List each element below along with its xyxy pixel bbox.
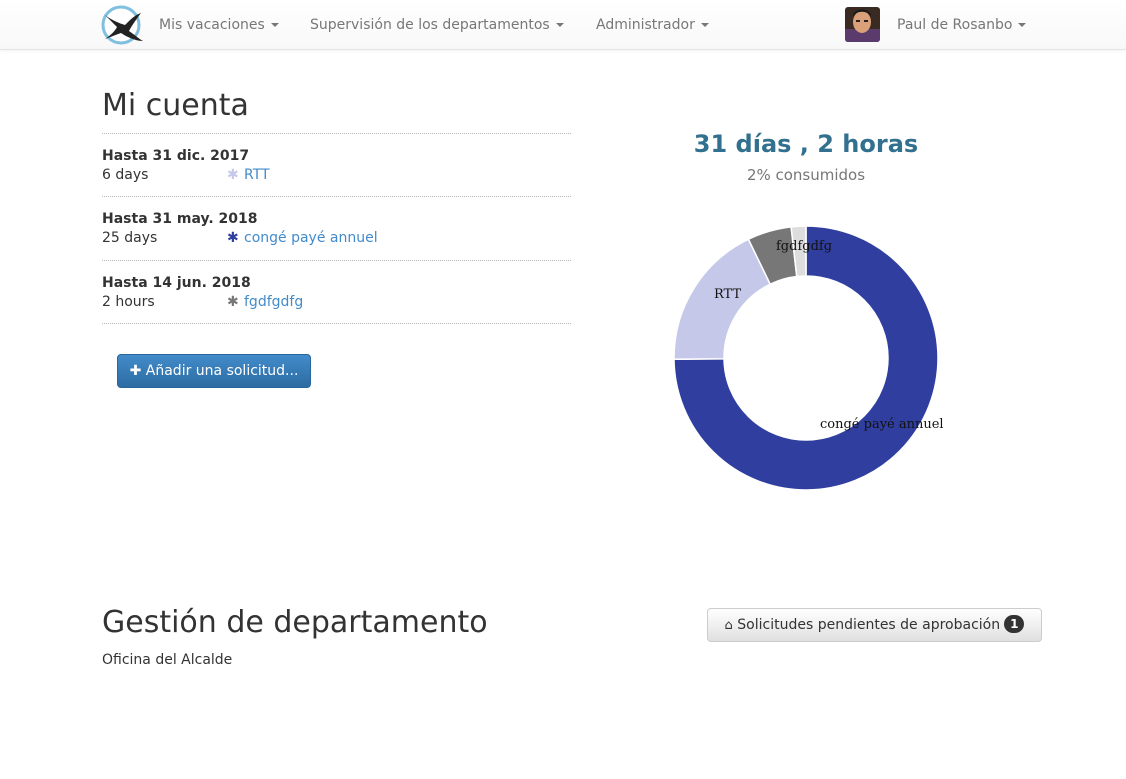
entry-amount: 6 days xyxy=(102,167,149,183)
asterisk-icon: ✱ xyxy=(227,294,239,310)
entry-until: Hasta 31 may. 2018 xyxy=(102,211,258,227)
asterisk-icon: ✱ xyxy=(227,230,239,246)
entry-type-link[interactable]: ✱ RTT xyxy=(227,167,270,183)
department-title: Gestión de departamento xyxy=(102,605,488,640)
caret-down-icon xyxy=(700,23,709,27)
balance-entry: Hasta 31 dic. 2017 6 days ✱ RTT xyxy=(102,133,571,196)
asterisk-icon: ✱ xyxy=(227,167,239,183)
add-request-label: Añadir una solicitud... xyxy=(145,363,299,379)
nav-mis-vacaciones-dropdown[interactable]: Mis vacaciones xyxy=(159,0,279,50)
department-name: Oficina del Alcalde xyxy=(102,652,233,668)
pending-count-badge: 1 xyxy=(1004,615,1025,633)
entry-until: Hasta 31 dic. 2017 xyxy=(102,148,250,164)
consumed-percent: 2% consumidos xyxy=(746,166,866,184)
inbox-icon: ⌂ xyxy=(724,618,733,633)
user-menu-dropdown[interactable]: Paul de Rosanbo xyxy=(897,0,1027,50)
navbar: Mis vacaciones Supervisión de los depart… xyxy=(0,0,1126,50)
caret-down-icon xyxy=(270,23,279,27)
donut-slice-label: congé payé annuel xyxy=(820,417,944,432)
donut-slice-label: RTT xyxy=(714,287,741,302)
nav-label: Supervisión de los departamentos xyxy=(310,17,550,33)
swallow-logo-icon[interactable] xyxy=(101,5,143,45)
add-request-button[interactable]: ✚ Añadir una solicitud... xyxy=(117,354,311,388)
nav-administrador-dropdown[interactable]: Administrador xyxy=(596,0,709,50)
plus-icon: ✚ xyxy=(129,363,142,379)
balance-donut-chart: congé payé annuel RTT fgdfgdfg xyxy=(673,225,944,491)
entry-type-label: congé payé annuel xyxy=(244,230,378,246)
caret-down-icon xyxy=(555,23,564,27)
nav-label: Administrador xyxy=(596,17,695,33)
balance-entry: Hasta 14 jun. 2018 2 hours ✱ fgdfgdfg xyxy=(102,260,571,323)
nav-label: Mis vacaciones xyxy=(159,17,265,33)
entry-type-label: fgdfgdfg xyxy=(244,294,304,310)
entry-type-label: RTT xyxy=(244,167,270,183)
balance-entry: Hasta 31 may. 2018 25 days ✱ congé payé a… xyxy=(102,196,571,260)
entry-type-link[interactable]: ✱ fgdfgdfg xyxy=(227,294,303,310)
caret-down-icon xyxy=(1018,23,1027,27)
donut-slice-label: fgdfgdfg xyxy=(776,239,832,254)
entry-until: Hasta 14 jun. 2018 xyxy=(102,275,251,291)
user-name: Paul de Rosanbo xyxy=(897,17,1013,33)
divider xyxy=(102,323,571,324)
account-title: Mi cuenta xyxy=(102,88,249,123)
entry-amount: 2 hours xyxy=(102,294,155,310)
entry-amount: 25 days xyxy=(102,230,158,246)
entry-type-link[interactable]: ✱ congé payé annuel xyxy=(227,230,378,246)
pending-requests-button[interactable]: ⌂ Solicitudes pendientes de aprobación 1 xyxy=(707,608,1042,642)
total-balance: 31 días , 2 horas xyxy=(693,130,919,158)
nav-supervision-dropdown[interactable]: Supervisión de los departamentos xyxy=(310,0,564,50)
pending-requests-label: Solicitudes pendientes de aprobación xyxy=(737,617,1001,633)
avatar[interactable] xyxy=(845,7,880,42)
